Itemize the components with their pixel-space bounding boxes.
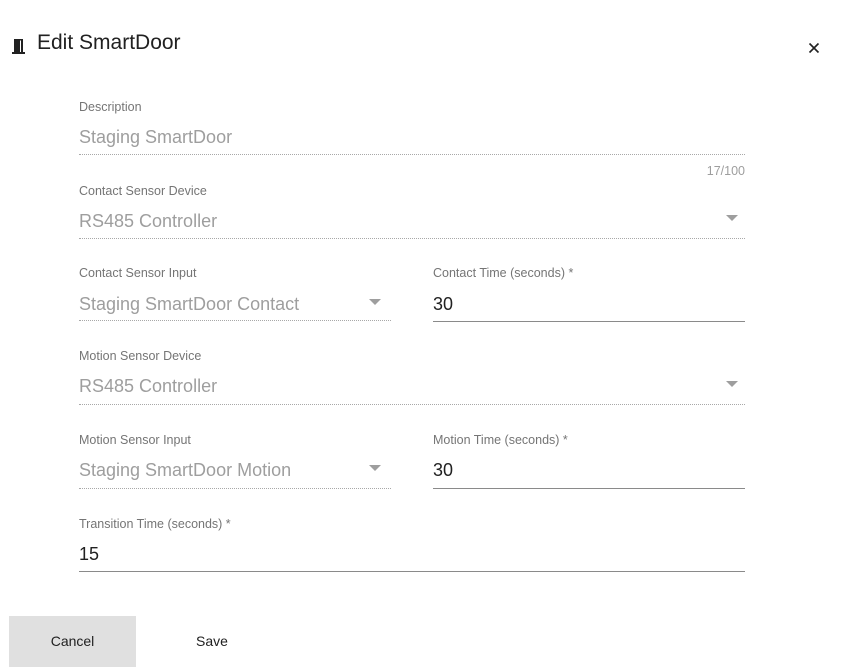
motion-sensor-input-value: Staging SmartDoor Motion <box>79 460 292 480</box>
transition-time-label: Transition Time (seconds) * <box>79 517 231 531</box>
motion-sensor-device-underline <box>79 404 745 405</box>
motion-sensor-input-underline <box>79 488 391 489</box>
contact-time-label: Contact Time (seconds) * <box>433 266 574 280</box>
motion-time-underline <box>433 488 745 489</box>
transition-time-field[interactable]: Transition Time (seconds) * 15 <box>79 517 745 577</box>
motion-sensor-device-select[interactable]: Motion Sensor Device RS485 Controller <box>79 349 745 409</box>
contact-sensor-input-value: Staging SmartDoor Contact <box>79 294 300 314</box>
motion-sensor-device-value: RS485 Controller <box>79 376 218 396</box>
contact-sensor-input-underline <box>79 320 391 321</box>
description-input[interactable]: Staging SmartDoor <box>79 127 232 148</box>
chevron-down-icon[interactable] <box>369 465 381 471</box>
close-icon[interactable] <box>806 40 822 56</box>
save-button[interactable]: Save <box>170 616 254 667</box>
contact-sensor-device-value: RS485 Controller <box>79 211 218 231</box>
motion-sensor-device-label: Motion Sensor Device <box>79 349 202 363</box>
description-underline <box>79 154 745 155</box>
motion-time-label: Motion Time (seconds) * <box>433 433 568 447</box>
contact-sensor-device-select[interactable]: Contact Sensor Device RS485 Controller <box>79 184 745 244</box>
motion-time-field[interactable]: Motion Time (seconds) * 30 <box>433 433 745 493</box>
chevron-down-icon[interactable] <box>726 381 738 387</box>
transition-time-underline <box>79 571 745 572</box>
contact-sensor-input-label: Contact Sensor Input <box>79 266 197 280</box>
edit-smartdoor-dialog: Edit SmartDoor Description Staging Smart… <box>0 0 841 672</box>
door-icon <box>12 38 26 54</box>
contact-sensor-input-select[interactable]: Contact Sensor Input Staging SmartDoor C… <box>79 266 391 326</box>
contact-sensor-device-underline <box>79 238 745 239</box>
motion-time-input[interactable]: 30 <box>433 460 453 481</box>
contact-sensor-device-label: Contact Sensor Device <box>79 184 207 198</box>
transition-time-input[interactable]: 15 <box>79 544 99 565</box>
motion-sensor-input-label: Motion Sensor Input <box>79 433 191 447</box>
dialog-title: Edit SmartDoor <box>37 31 181 54</box>
contact-time-field[interactable]: Contact Time (seconds) * 30 <box>433 266 745 326</box>
cancel-button[interactable]: Cancel <box>9 616 136 667</box>
description-label: Description <box>79 100 142 114</box>
contact-time-underline <box>433 321 745 322</box>
description-field[interactable]: Description Staging SmartDoor 17/100 <box>79 100 745 180</box>
character-counter: 17/100 <box>706 164 745 178</box>
chevron-down-icon[interactable] <box>726 215 738 221</box>
chevron-down-icon[interactable] <box>369 299 381 305</box>
contact-time-input[interactable]: 30 <box>433 294 453 315</box>
motion-sensor-input-select[interactable]: Motion Sensor Input Staging SmartDoor Mo… <box>79 433 391 493</box>
